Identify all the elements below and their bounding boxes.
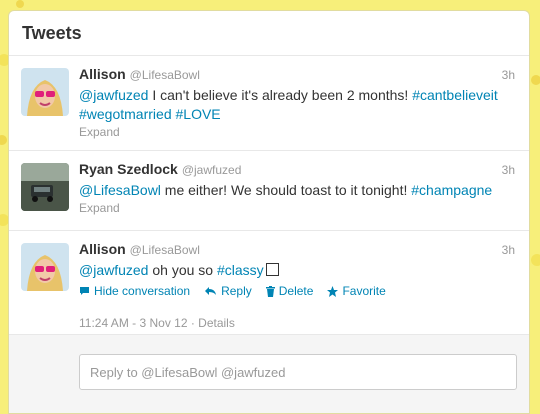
avatar-allison-icon: [21, 68, 69, 116]
star-icon: [327, 285, 339, 297]
avatar-allison-icon: [21, 243, 69, 291]
tweet-username[interactable]: @LifesaBowl: [130, 243, 200, 257]
speech-bubble-icon: [80, 287, 89, 295]
missing-glyph-icon: [265, 263, 279, 276]
hashtag-link[interactable]: #wegotmarried: [79, 106, 172, 122]
mention-link[interactable]: @LifesaBowl: [79, 182, 161, 198]
favorite-label: Favorite: [342, 284, 386, 298]
delete-button[interactable]: Delete: [265, 284, 314, 298]
avatar[interactable]: [21, 163, 69, 211]
avatar[interactable]: [21, 243, 69, 291]
reply-button[interactable]: Reply: [204, 284, 252, 298]
tweet-fullname[interactable]: Allison: [79, 66, 126, 82]
avatar-ryan-icon: [21, 163, 69, 211]
tweet-timestamp-details[interactable]: 11:24 AM - 3 Nov 12 · Details: [79, 316, 515, 330]
mention-link[interactable]: @jawfuzed: [79, 87, 148, 103]
tweet-text: @LifesaBowl me either! We should toast t…: [79, 181, 515, 200]
tweet-username[interactable]: @jawfuzed: [182, 163, 242, 177]
tweet-item-expanded[interactable]: Allison @LifesaBowl 3h @jawfuzed oh you …: [9, 231, 529, 343]
hashtag-link[interactable]: #LOVE: [176, 106, 221, 122]
hashtag-link[interactable]: #champagne: [411, 182, 492, 198]
tweet-item[interactable]: Ryan Szedlock @jawfuzed 3h @LifesaBowl m…: [9, 151, 529, 231]
delete-label: Delete: [278, 284, 314, 298]
tweet-time[interactable]: 3h: [502, 68, 515, 82]
reply-arrow-icon: [205, 287, 217, 295]
trash-icon: [265, 285, 275, 297]
avatar[interactable]: [21, 68, 69, 116]
tweet-fullname[interactable]: Ryan Szedlock: [79, 161, 178, 177]
tweet-item[interactable]: Allison @LifesaBowl 3h @jawfuzed I can't…: [9, 56, 529, 151]
hide-conversation-label: Hide conversation: [94, 284, 191, 298]
tweet-time[interactable]: 3h: [502, 243, 515, 257]
panel-title: Tweets: [22, 23, 82, 43]
expand-link[interactable]: Expand: [79, 125, 515, 139]
tweet-body: I can't believe it's already been 2 mont…: [148, 87, 413, 103]
favorite-button[interactable]: Favorite: [327, 284, 386, 298]
reply-input[interactable]: Reply to @LifesaBowl @jawfuzed: [79, 354, 517, 390]
tweet-fullname[interactable]: Allison: [79, 241, 126, 257]
reply-label: Reply: [221, 284, 252, 298]
mention-link[interactable]: @jawfuzed: [79, 262, 148, 278]
tweet-time[interactable]: 3h: [502, 163, 515, 177]
hashtag-link[interactable]: #cantbelieveit: [412, 87, 498, 103]
tweet-actions: Hide conversation Reply Delete Favorite: [79, 284, 515, 298]
reply-area: Reply to @LifesaBowl @jawfuzed: [9, 334, 529, 413]
panel-header: Tweets: [9, 11, 529, 56]
tweets-panel: Tweets Allison @LifesaBowl 3h @jawfuzed …: [8, 10, 530, 414]
tweet-body: oh you so: [148, 262, 217, 278]
tweet-text: @jawfuzed oh you so #classy: [79, 261, 515, 280]
tweet-text: @jawfuzed I can't believe it's already b…: [79, 86, 515, 124]
tweet-username[interactable]: @LifesaBowl: [130, 68, 200, 82]
expand-link[interactable]: Expand: [79, 201, 515, 215]
hashtag-link[interactable]: #classy: [217, 262, 264, 278]
tweet-body: me either! We should toast to it tonight…: [160, 182, 412, 198]
hide-conversation-button[interactable]: Hide conversation: [79, 284, 190, 298]
